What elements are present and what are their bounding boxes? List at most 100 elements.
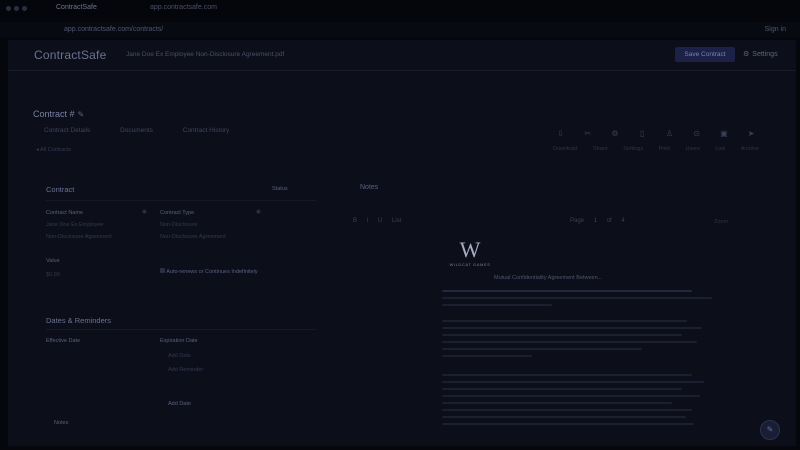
page-of: of — [606, 218, 612, 224]
document-title: Jane Doe Ex Employee Non-Disclosure Agre… — [126, 51, 285, 58]
user-icon[interactable]: ♙ — [657, 129, 682, 138]
window-controls[interactable] — [6, 6, 30, 13]
toolbar-label: Settings — [623, 146, 644, 152]
toolbar-label: Print — [658, 146, 670, 152]
help-chat-button[interactable]: ✎ — [760, 420, 780, 440]
add-date-link[interactable]: Add Date — [168, 353, 191, 359]
notes-title: Notes — [360, 184, 379, 191]
text-line — [442, 355, 532, 357]
logo[interactable]: ContractSafe — [34, 48, 106, 62]
toolbar-label: Download — [553, 146, 578, 152]
browser-tab[interactable]: ContractSafe — [56, 4, 97, 11]
page-total: 4 — [621, 218, 625, 224]
italic-button[interactable]: I — [367, 218, 369, 224]
browser-tab-bar: ContractSafe app.contractsafe.com — [0, 0, 800, 18]
settings-button[interactable]: ⚙ Settings — [743, 50, 778, 58]
expiration-date-label: Expiration Date — [160, 338, 198, 344]
contract-title-text: Contract # — [33, 109, 75, 119]
toolbar-label: Archive — [740, 146, 760, 152]
document-preview: W WILDCAT GAMES Mutual Confidentiality A… — [430, 234, 726, 446]
section-title: Contract — [46, 185, 75, 194]
divider — [46, 329, 316, 330]
text-line — [442, 341, 697, 343]
list-button[interactable]: List — [392, 218, 401, 224]
text-line — [442, 334, 682, 336]
add-reminder-link[interactable]: Add Reminder — [168, 367, 203, 373]
info-icon: ◉ — [256, 209, 261, 215]
text-line — [442, 416, 686, 418]
app-window: ContractSafe Jane Doe Ex Employee Non-Di… — [8, 40, 796, 446]
contract-type-value[interactable]: Non-Disclosure — [160, 222, 198, 228]
logo-mark: W — [459, 237, 481, 262]
notes-toolbar: B I U List — [353, 218, 409, 224]
gear-icon: ⚙ — [743, 51, 750, 58]
info-icon: ◉ — [142, 209, 147, 215]
value-field[interactable]: $0.00 — [46, 272, 60, 278]
contract-name-value-2[interactable]: Non-Disclosure Agreement — [46, 234, 112, 240]
text-line — [442, 320, 687, 322]
text-line — [442, 374, 692, 376]
share-icon[interactable]: ✂ — [575, 129, 600, 138]
arrow-icon[interactable]: ➤ — [739, 129, 764, 138]
contract-name-value[interactable]: Jane Doe Ex Employee — [46, 222, 103, 228]
link-icon[interactable]: ⊙ — [684, 129, 709, 138]
zoom-control[interactable]: Zoom — [714, 219, 728, 225]
paragraph — [442, 290, 712, 311]
text-line — [442, 297, 712, 299]
document-heading: Mutual Confidentiality Agreement Between… — [494, 275, 603, 281]
effective-date-label: Effective Date — [46, 338, 81, 344]
breadcrumb-label: All Contracts — [40, 147, 72, 153]
url-text[interactable]: app.contractsafe.com/contracts/ — [64, 26, 163, 33]
page-navigator: Page 1 of 4 — [570, 218, 633, 224]
tab-documents[interactable]: Documents — [120, 127, 153, 134]
value-label: Value — [46, 258, 60, 264]
text-line — [442, 290, 692, 292]
auto-renew-label: Auto-renews or Continues Indefinitely — [166, 269, 258, 275]
text-line — [442, 395, 700, 397]
contract-name-label: Contract Name — [46, 210, 83, 216]
document-toolbar: ⇩ ✂ ⚙ ▯ ♙ ⊙ ▣ ➤ — [548, 129, 764, 138]
pencil-icon[interactable]: ✎ — [78, 110, 85, 119]
auto-renew-checkbox[interactable]: Auto-renews or Continues Indefinitely — [160, 268, 258, 275]
contract-type-label: Contract Type — [160, 210, 195, 216]
page-number[interactable]: 1 — [594, 218, 597, 224]
tab-contract-details[interactable]: Contract Details — [44, 127, 90, 134]
contract-type-value-2[interactable]: Non-Disclosure Agreement — [160, 234, 226, 240]
status-dropdown[interactable]: Status — [272, 186, 288, 192]
text-line — [442, 409, 692, 411]
download-icon[interactable]: ⇩ — [548, 129, 573, 138]
contract-title: Contract # ✎ — [33, 109, 84, 119]
add-date-button[interactable]: Add Date — [168, 401, 191, 407]
toolbar-label: Share — [593, 146, 608, 152]
company-logo: W WILDCAT GAMES — [442, 238, 498, 270]
text-line — [442, 304, 552, 306]
divider — [46, 200, 316, 201]
paragraph — [442, 320, 712, 362]
browser-right-text[interactable]: Sign in — [765, 26, 786, 33]
address-bar[interactable]: app.contractsafe.com/contracts/ Sign in — [0, 22, 800, 38]
page-label: Page — [570, 218, 585, 224]
archive-icon[interactable]: ▣ — [711, 129, 736, 138]
text-line — [442, 381, 704, 383]
paragraph — [442, 374, 712, 430]
text-line — [442, 402, 672, 404]
text-line — [442, 388, 682, 390]
contract-details-panel: Contract Status Contract Name ◉ Jane Doe… — [32, 176, 332, 446]
save-contract-button[interactable]: Save Contract — [675, 47, 735, 62]
chat-icon: ✎ — [766, 425, 774, 434]
settings-label: Settings — [752, 51, 778, 58]
toolbar-labels: Download Share Settings Print Users Link… — [553, 146, 773, 152]
browser-tab-secondary[interactable]: app.contractsafe.com — [150, 4, 217, 11]
checkbox-icon[interactable] — [160, 268, 165, 273]
underline-button[interactable]: U — [378, 218, 382, 224]
print-icon[interactable]: ▯ — [630, 129, 655, 138]
dates-section-title: Dates & Reminders — [46, 316, 112, 325]
gear-icon[interactable]: ⚙ — [602, 129, 627, 138]
text-line — [442, 327, 702, 329]
text-line — [442, 423, 694, 425]
text-line — [442, 348, 642, 350]
breadcrumb[interactable]: ◂ All Contracts — [36, 147, 71, 153]
bold-button[interactable]: B — [353, 218, 357, 224]
top-nav: ContractSafe Jane Doe Ex Employee Non-Di… — [8, 40, 796, 71]
tab-contract-history[interactable]: Contract History — [183, 127, 230, 134]
